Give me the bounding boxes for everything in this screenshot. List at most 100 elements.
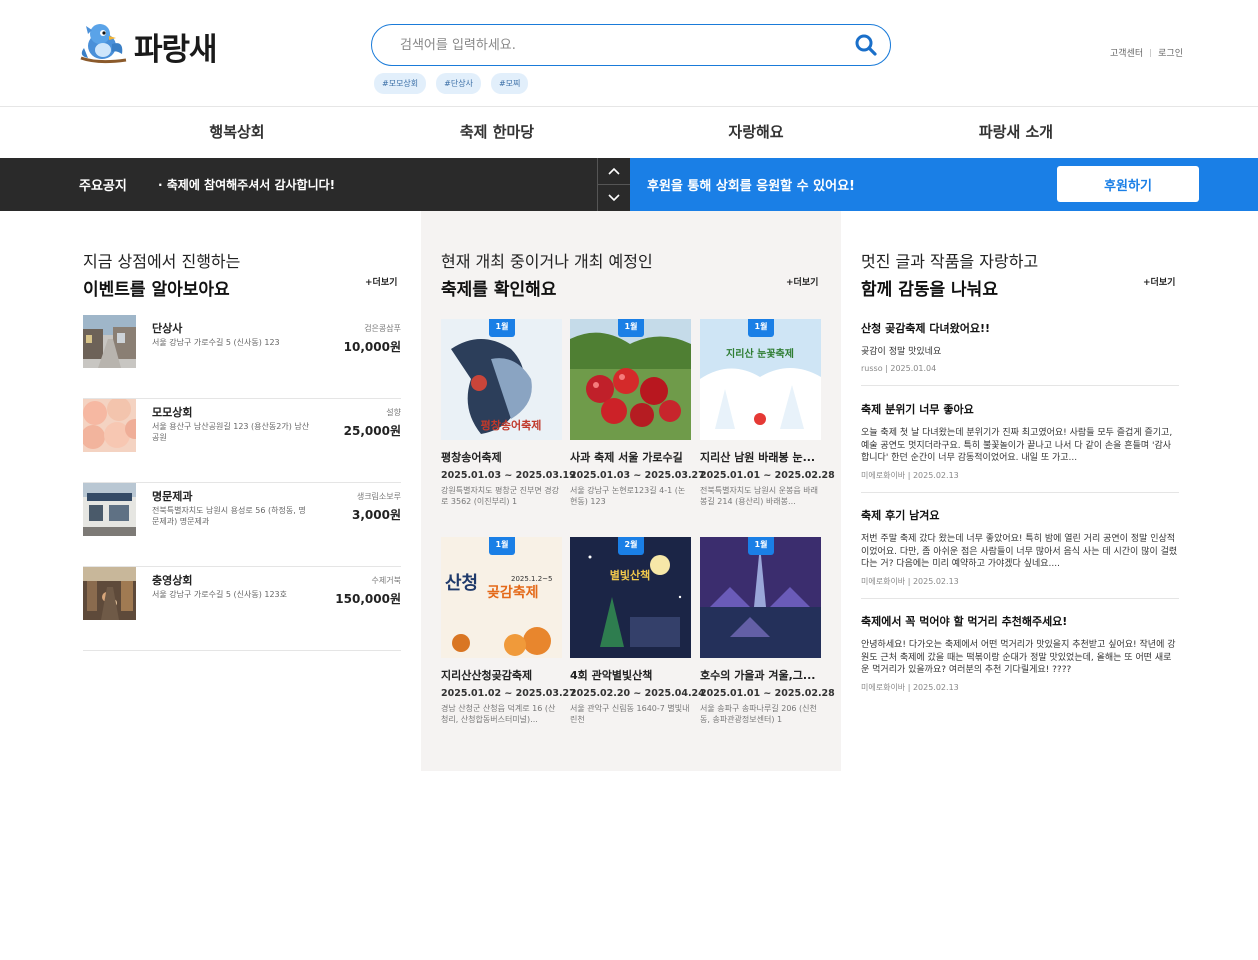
festivals-more-link[interactable]: +더보기 [786,275,818,288]
festival-title: 4회 관악별빛산책 [570,669,653,682]
chevron-up-icon [608,167,620,175]
support-banner: 후원을 통해 상회를 응원할 수 있어요! 후원하기 [630,158,1258,211]
store-address: 전북특별자치도 남원시 용성로 56 (하정동, 명문제과) 명문제과 [152,506,306,526]
post-item[interactable]: 산청 곶감축제 다녀왔어요!! 곶감이 정말 맛있네요 russo | 2025… [861,320,1179,386]
store-thumbnail [83,315,136,368]
store-name: 모모상회 [152,406,193,419]
lake-image [700,537,821,658]
post-item[interactable]: 축제 분위기 너무 좋아요 오늘 축제 첫 날 다녀왔는데 분위기가 진짜 최고… [861,401,1179,493]
festival-card[interactable]: 지리산 눈꽃축제 1월 지리산 남원 바래봉 눈... 2025.01.01 ~… [700,319,835,507]
store-address: 서울 강남구 가로수길 5 (신사동) 123 [152,338,280,347]
festival-poster: 산청 곶감축제 2025.1.2~5 1월 [441,537,562,658]
festival-location: 강원특별자치도 평창군 진부면 경강로 3562 (이진부리) 1 [441,486,560,506]
post-meta: 미에로화이바 | 2025.02.13 [861,470,959,480]
notice-panel: 주요공지 · 축제에 참여해주셔서 감사합니다! [0,158,597,211]
customer-center-link[interactable]: 고객센터 [1110,46,1143,59]
product-name: 검은콩삼푸 [364,324,401,333]
search-tag[interactable]: #모모상회 [374,73,427,94]
festival-poster: 1월 [570,319,691,440]
festival-poster: 별빛산책 2월 [570,537,691,658]
posts-heading-line2: 함께 감동을 나눠요 [861,280,998,300]
store-thumbnail [83,399,136,452]
search-tag[interactable]: #단상사 [436,73,481,94]
search-input[interactable] [400,33,840,57]
post-title: 축제에서 꼭 먹어야 할 먹거리 추천해주세요! [861,615,1068,628]
festival-card[interactable]: 1월 사과 축제 서울 가로수길 2025.01.03 ~ 2025.03.27… [570,319,705,507]
store-thumbnail [83,567,136,620]
brand-name: 파랑새 [134,31,218,68]
festival-date: 2025.01.02 ~ 2025.03.27 [441,688,576,699]
post-meta: russo | 2025.01.04 [861,363,937,373]
persimmon-image: 산청 곶감축제 2025.1.2~5 [441,537,562,658]
post-title: 축제 분위기 너무 좋아요 [861,403,974,416]
product-name: 설향 [386,408,401,417]
notice-next-button[interactable] [598,185,630,211]
store-name: 단상사 [152,322,183,335]
festival-date: 2025.01.03 ~ 2025.03.27 [570,470,705,481]
festival-title: 호수의 가을과 겨울,그... [700,669,816,682]
festival-card[interactable]: 1월 호수의 가을과 겨울,그... 2025.01.01 ~ 2025.02.… [700,537,835,725]
product-name: 생크림소보루 [356,492,401,501]
festival-date: 2025.01.01 ~ 2025.02.28 [700,688,835,699]
nav-item-boast[interactable]: 자랑해요 [728,121,783,142]
festival-location: 서울 관악구 신림동 1640-7 별빛내린천 [570,704,690,724]
post-meta: 미에로화이바 | 2025.02.13 [861,682,959,692]
festival-card[interactable]: 별빛산책 2월 4회 관악별빛산책 2025.02.20 ~ 2025.04.2… [570,537,705,725]
poster-date: 2025.1.2~5 [511,575,553,583]
month-badge: 1월 [489,319,515,337]
festival-title: 평창송어축제 [441,451,502,464]
festival-title: 지리산산청곶감축제 [441,669,533,682]
apple-image [570,319,691,440]
month-badge: 1월 [489,537,515,555]
nav-item-happy-store[interactable]: 행복상회 [209,121,264,142]
store-item[interactable]: 충영상회 서울 강남구 가로수길 5 (신사동) 123호 수제거북 150,0… [83,567,401,651]
notice-text[interactable]: · 축제에 참여해주셔서 감사합니다! [158,176,335,193]
month-badge: 1월 [618,319,644,337]
product-name: 수제거북 [371,576,401,585]
posts-more-link[interactable]: +더보기 [1143,275,1175,288]
search-box [371,24,891,66]
post-body: 안녕하세요! 다가오는 축제에서 어떤 먹거리가 맛있을지 추천받고 싶어요! … [861,640,1176,675]
brand-logo[interactable]: 파랑새 [78,20,218,72]
month-badge: 1월 [748,537,774,555]
events-heading-line1: 지금 상점에서 진행하는 [83,252,241,271]
posts-heading-line1: 멋진 글과 작품을 자랑하고 [861,252,1039,271]
notice-prev-button[interactable] [598,158,630,185]
main-nav: 행복상회 축제 한마당 자랑해요 파랑새 소개 [0,107,1258,158]
festival-card[interactable]: 산청 곶감축제 2025.1.2~5 1월 지리산산청곶감축제 2025.01.… [441,537,576,725]
post-title: 산청 곶감축제 다녀왔어요!! [861,322,991,335]
post-body: 곶감이 정말 맛있네요 [861,347,942,357]
festivals-heading-line1: 현재 개최 중이거나 개최 예정인 [441,252,653,271]
store-address: 서울 용산구 남산공원길 123 (용산동2가) 남산공원 [152,422,310,442]
popular-tags: #모모상회 #단상사 #모찌 [374,73,529,94]
festival-title: 지리산 남원 바래봉 눈... [700,451,816,464]
chevron-down-icon [608,194,620,202]
store-item[interactable]: 모모상회 서울 용산구 남산공원길 123 (용산동2가) 남산공원 설향 25… [83,399,401,483]
product-price: 10,000원 [343,340,401,354]
starlight-image: 별빛산책 [570,537,691,658]
festival-card[interactable]: 평창송어축제 1월 평창송어축제 2025.01.03 ~ 2025.03.19… [441,319,576,507]
festivals-heading-line2: 축제를 확인해요 [441,280,557,300]
store-address: 서울 강남구 가로수길 5 (신사동) 123호 [152,590,287,599]
poster-subtitle: 곶감축제 [487,584,539,601]
store-item[interactable]: 명문제과 전북특별자치도 남원시 용성로 56 (하정동, 명문제과) 명문제과… [83,483,401,567]
nav-item-about[interactable]: 파랑새 소개 [979,121,1053,142]
festival-location: 경남 산청군 산청읍 덕계로 16 (산청리, 산청합동버스터미널)... [441,704,556,724]
login-link[interactable]: 로그인 [1158,46,1183,59]
post-item[interactable]: 축제 후기 남겨요 저번 주말 축제 갔다 왔는데 너무 좋았어요! 특히 밤에… [861,507,1179,599]
events-heading: 지금 상점에서 진행하는 이벤트를 알아보아요 [83,248,240,300]
poster-title: 별빛산책 [610,568,650,582]
product-price: 25,000원 [343,424,401,438]
product-price: 150,000원 [335,592,401,606]
poster-title: 지리산 눈꽃축제 [726,347,794,360]
nav-item-festival[interactable]: 축제 한마당 [460,121,534,142]
search-tag[interactable]: #모찌 [490,73,529,94]
store-item[interactable]: 단상사 서울 강남구 가로수길 5 (신사동) 123 검은콩삼푸 10,000… [83,315,401,399]
festival-title: 사과 축제 서울 가로수길 [570,451,683,464]
post-item[interactable]: 축제에서 꼭 먹어야 할 먹거리 추천해주세요! 안녕하세요! 다가오는 축제에… [861,613,1179,705]
search-icon[interactable] [854,33,878,57]
divider [1150,48,1152,57]
donate-button[interactable]: 후원하기 [1057,166,1199,202]
events-more-link[interactable]: +더보기 [365,275,397,288]
store-thumbnail [83,483,136,536]
